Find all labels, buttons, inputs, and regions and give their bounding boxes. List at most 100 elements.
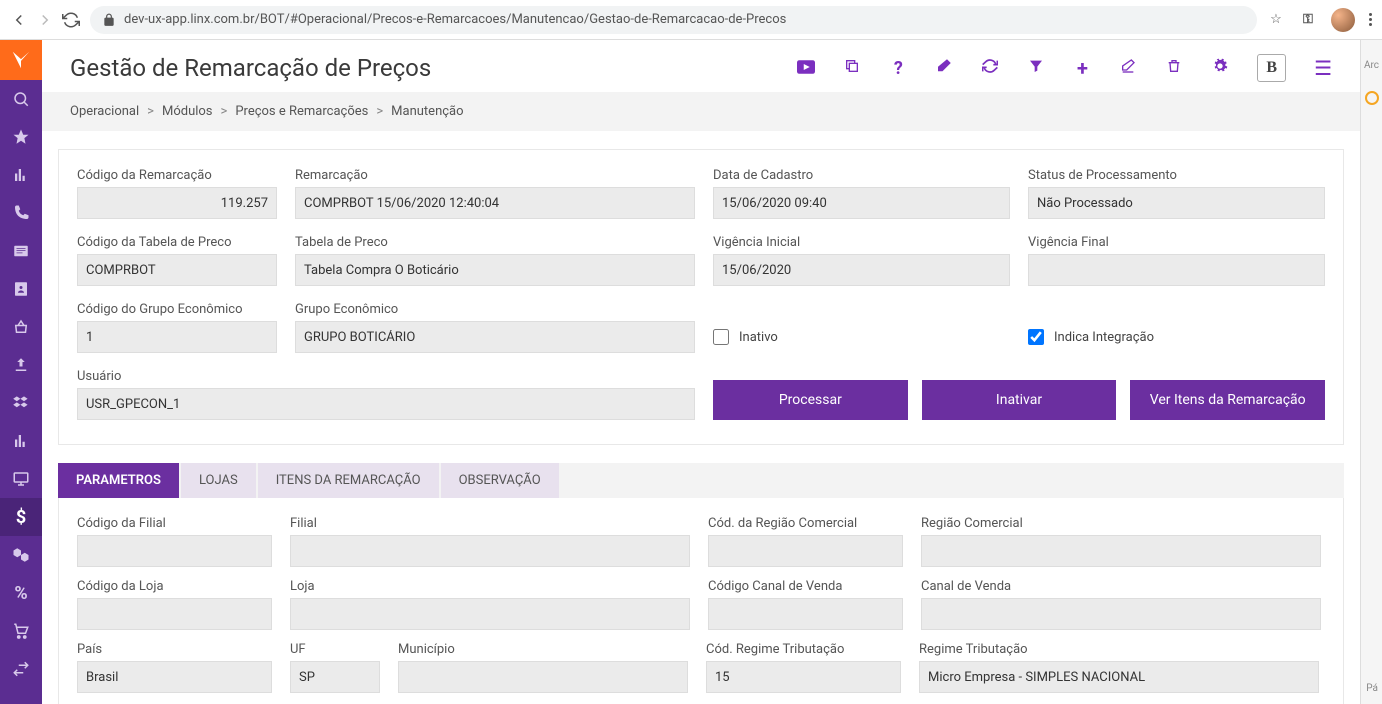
sidebar-news-icon[interactable]	[0, 232, 42, 270]
sidebar-chart2-icon[interactable]	[0, 422, 42, 460]
input-grupo[interactable]	[295, 321, 695, 353]
tab-observacao[interactable]: OBSERVAÇÃO	[441, 463, 559, 498]
checkbox-inativo[interactable]	[713, 329, 729, 345]
filter-icon[interactable]	[1027, 58, 1045, 78]
vertical-sidebar: $ %	[0, 40, 42, 704]
crumb-2[interactable]: Preços e Remarcações	[235, 104, 368, 119]
logo[interactable]	[0, 40, 42, 80]
input-remarcacao[interactable]	[295, 187, 695, 219]
sidebar-transfer-icon[interactable]	[0, 650, 42, 688]
sidebar-monitor-icon[interactable]	[0, 460, 42, 498]
input-codigo-tabela[interactable]	[77, 254, 277, 286]
action-buttons: Processar Inativar Ver Itens da Remarcaç…	[713, 380, 1325, 420]
processar-button[interactable]: Processar	[713, 380, 908, 420]
form-card: Código da Remarcação Remarcação Data de …	[58, 149, 1344, 445]
strip-dot-icon	[1365, 91, 1379, 105]
input-cod-regiao-com[interactable]	[708, 535, 903, 567]
input-canal[interactable]	[921, 598, 1321, 630]
input-loja[interactable]	[290, 598, 690, 630]
avatar[interactable]	[1331, 8, 1355, 32]
strip-top: Arc	[1361, 60, 1382, 71]
field-vigencia-final: Vigência Final	[1028, 235, 1325, 286]
chrome-menu-icon[interactable]	[1369, 13, 1372, 26]
crumb-3[interactable]: Manutenção	[391, 104, 463, 119]
check-integracao: Indica Integração	[1028, 321, 1325, 353]
sidebar-percent-icon[interactable]: %	[0, 574, 42, 612]
tab-parametros[interactable]: PARAMETROS	[58, 463, 179, 498]
input-tabela[interactable]	[295, 254, 695, 286]
field-data-cadastro: Data de Cadastro	[713, 168, 1010, 219]
input-pais[interactable]	[77, 661, 272, 693]
lock-icon	[102, 13, 116, 27]
plus-icon[interactable]: +	[1073, 56, 1091, 80]
crumb-0[interactable]: Operacional	[70, 104, 139, 119]
input-regiao-com[interactable]	[921, 535, 1321, 567]
sidebar-star-icon[interactable]	[0, 118, 42, 156]
field-vigencia-inicial: Vigência Inicial	[713, 235, 1010, 286]
hamburger-icon[interactable]: ☰	[1314, 56, 1332, 80]
tabs: PARAMETROS LOJAS ITENS DA REMARCAÇÃO OBS…	[58, 463, 1344, 498]
field-usuario: Usuário	[77, 369, 695, 420]
input-filial[interactable]	[290, 535, 690, 567]
back-icon[interactable]	[10, 11, 28, 29]
sidebar-cubes-icon[interactable]	[0, 536, 42, 574]
sidebar-dropbox-icon[interactable]	[0, 384, 42, 422]
url-text: dev-ux-app.linx.com.br/BOT/#Operacional/…	[124, 12, 786, 27]
checkbox-integracao[interactable]	[1028, 329, 1044, 345]
edit-icon[interactable]	[1119, 58, 1137, 78]
input-data-cadastro[interactable]	[713, 187, 1010, 219]
badge-b[interactable]: B	[1257, 54, 1286, 82]
breadcrumb: Operacional> Módulos> Preços e Remarcaçõ…	[42, 92, 1360, 131]
input-codigo-grupo[interactable]	[77, 321, 277, 353]
page-header: Gestão de Remarcação de Preços ? + B ☰	[42, 40, 1360, 92]
tab-lojas[interactable]: LOJAS	[181, 463, 256, 498]
key-icon[interactable]: ⚿	[1299, 11, 1317, 29]
forward-icon[interactable]	[36, 11, 54, 29]
side-strip: Arc Pá	[1360, 40, 1382, 704]
field-grupo: Grupo Econômico	[295, 302, 695, 353]
input-municipio[interactable]	[398, 661, 688, 693]
input-status[interactable]	[1028, 187, 1325, 219]
crumb-1[interactable]: Módulos	[162, 104, 213, 119]
field-status: Status de Processamento	[1028, 168, 1325, 219]
eraser-icon[interactable]	[935, 57, 953, 79]
sidebar-dollar-icon[interactable]: $	[0, 498, 42, 536]
sidebar-upload-icon[interactable]	[0, 346, 42, 384]
input-vigencia-inicial[interactable]	[713, 254, 1010, 286]
strip-bottom: Pá	[1366, 683, 1378, 694]
browser-top-bar: dev-ux-app.linx.com.br/BOT/#Operacional/…	[0, 0, 1382, 40]
app-container: $ % Gestão de Remarcação de Preços ? + B…	[0, 40, 1360, 704]
input-codigo-filial[interactable]	[77, 535, 272, 567]
page-title: Gestão de Remarcação de Preços	[70, 54, 431, 82]
field-codigo-remarcacao: Código da Remarcação	[77, 168, 277, 219]
input-usuario[interactable]	[77, 388, 695, 420]
input-regime[interactable]	[919, 661, 1319, 693]
sidebar-cart-icon[interactable]	[0, 612, 42, 650]
reload-icon[interactable]	[62, 11, 80, 29]
tab-itens[interactable]: ITENS DA REMARCAÇÃO	[258, 463, 439, 498]
sidebar-chart-icon[interactable]	[0, 156, 42, 194]
input-vigencia-final[interactable]	[1028, 254, 1325, 286]
refresh-icon[interactable]	[981, 58, 999, 78]
gear-icon[interactable]	[1211, 58, 1229, 78]
input-uf[interactable]	[290, 661, 380, 693]
url-bar[interactable]: dev-ux-app.linx.com.br/BOT/#Operacional/…	[90, 6, 1257, 34]
input-codigo-loja[interactable]	[77, 598, 272, 630]
toolbar: ? + B ☰	[797, 54, 1332, 82]
help-icon[interactable]: ?	[889, 58, 907, 79]
trash-icon[interactable]	[1165, 58, 1183, 78]
input-codigo-canal[interactable]	[708, 598, 903, 630]
input-cod-regime[interactable]	[706, 661, 901, 693]
sidebar-contacts-icon[interactable]	[0, 270, 42, 308]
input-codigo-remarcacao[interactable]	[77, 187, 277, 219]
star-icon[interactable]: ☆	[1267, 11, 1285, 29]
field-codigo-tabela: Código da Tabela de Preco	[77, 235, 277, 286]
video-icon[interactable]	[797, 59, 815, 78]
sidebar-search-icon[interactable]	[0, 80, 42, 118]
main-content: Gestão de Remarcação de Preços ? + B ☰ O…	[42, 40, 1360, 704]
ver-itens-button[interactable]: Ver Itens da Remarcação	[1130, 380, 1325, 420]
sidebar-phone-icon[interactable]	[0, 194, 42, 232]
copy-icon[interactable]	[843, 58, 861, 78]
sidebar-basket-icon[interactable]	[0, 308, 42, 346]
inativar-button[interactable]: Inativar	[922, 380, 1117, 420]
